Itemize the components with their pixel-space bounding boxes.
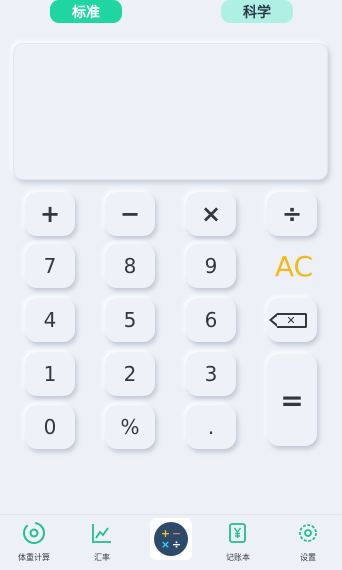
decimal-button[interactable]: . xyxy=(186,405,236,449)
nav-label-body-calc: 体重计算 xyxy=(18,553,50,562)
backspace-mark: ✕ xyxy=(286,313,296,327)
calculator-display xyxy=(13,43,328,180)
digit-9-button[interactable]: 9 xyxy=(186,244,236,288)
plus-button[interactable]: + xyxy=(25,192,75,236)
digit-6-button[interactable]: 6 xyxy=(186,298,236,342)
calculator-tab-button[interactable]: + − × ÷ xyxy=(150,518,192,560)
clear-all-button[interactable]: AC xyxy=(264,244,324,288)
calculator-icon: + − × ÷ xyxy=(154,522,188,556)
backspace-button[interactable]: ✕ xyxy=(267,298,317,342)
percent-button[interactable]: % xyxy=(105,405,155,449)
digit-5-button[interactable]: 5 xyxy=(105,298,155,342)
minus-button[interactable]: − xyxy=(105,192,155,236)
nav-item-body-calc[interactable]: 体重计算 xyxy=(14,519,54,563)
nav-item-exchange[interactable]: 汇率 xyxy=(82,519,122,563)
tab-standard[interactable]: 标准 xyxy=(50,0,122,23)
yen-book-icon xyxy=(224,519,252,547)
digit-4-button[interactable]: 4 xyxy=(25,298,75,342)
nav-item-settings[interactable]: 设置 xyxy=(288,519,328,563)
digit-0-button[interactable]: 0 xyxy=(25,405,75,449)
tab-science[interactable]: 科学 xyxy=(221,0,293,23)
digit-1-button[interactable]: 1 xyxy=(25,352,75,396)
digit-7-button[interactable]: 7 xyxy=(25,244,75,288)
gear-icon xyxy=(294,519,322,547)
calc-times-glyph: × xyxy=(160,538,171,551)
nav-label-ledger: 记账本 xyxy=(226,553,250,562)
digit-3-button[interactable]: 3 xyxy=(186,352,236,396)
equals-button[interactable]: = xyxy=(267,354,317,446)
divide-button[interactable]: ÷ xyxy=(267,192,317,236)
multiply-button[interactable]: × xyxy=(186,192,236,236)
chart-icon xyxy=(88,519,116,547)
backspace-icon: ✕ xyxy=(269,312,307,328)
nav-label-settings: 设置 xyxy=(300,553,316,562)
calc-divide-glyph: ÷ xyxy=(171,538,182,551)
digit-8-button[interactable]: 8 xyxy=(105,244,155,288)
digit-2-button[interactable]: 2 xyxy=(105,352,155,396)
nav-label-exchange: 汇率 xyxy=(94,553,110,562)
refresh-eye-icon xyxy=(20,519,48,547)
nav-item-ledger[interactable]: 记账本 xyxy=(218,519,258,563)
